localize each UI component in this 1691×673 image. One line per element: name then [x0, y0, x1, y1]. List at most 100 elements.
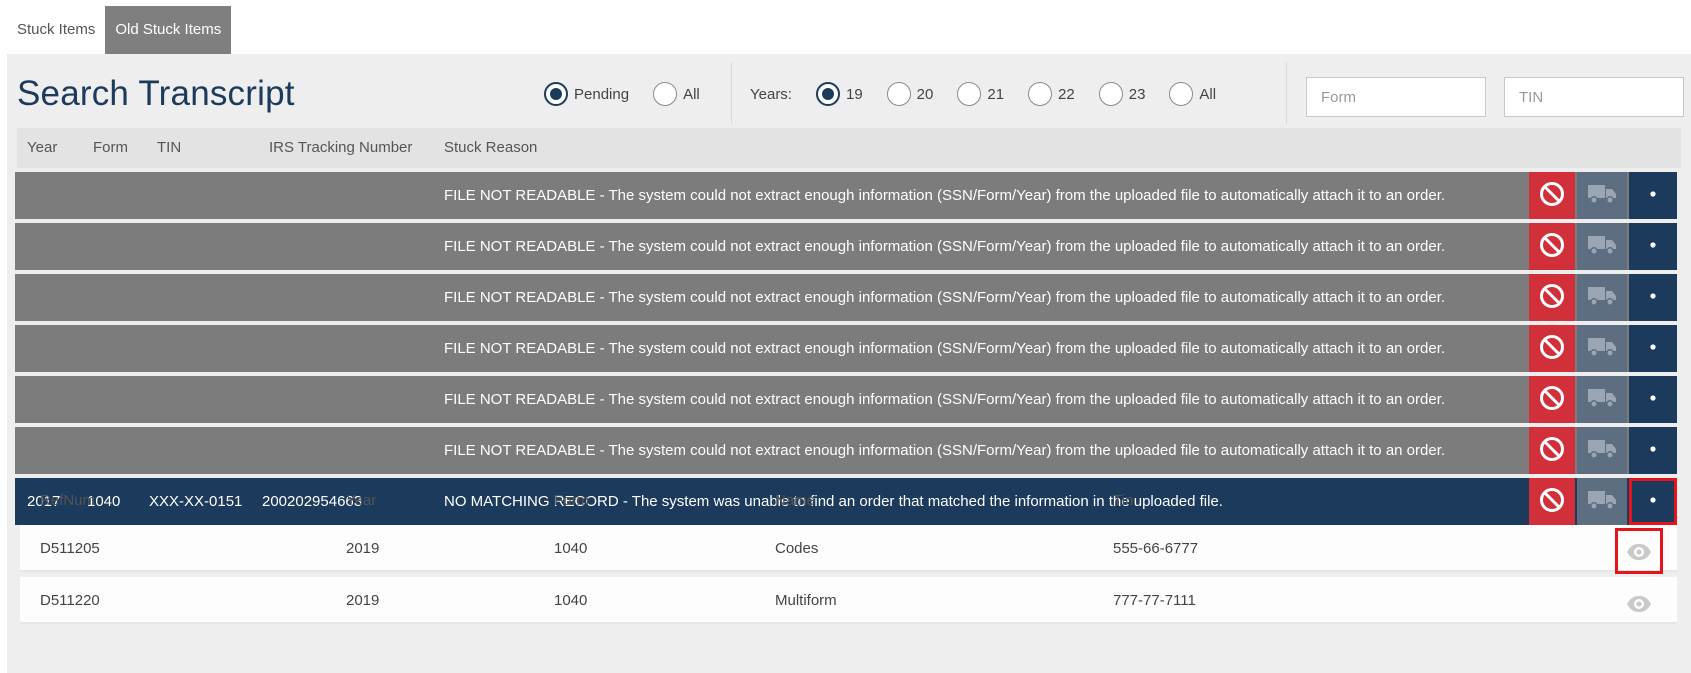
table-row[interactable]: FILE NOT READABLE - The system could not…: [15, 223, 1677, 270]
eye-icon: [1640, 440, 1666, 462]
table-row[interactable]: FILE NOT READABLE - The system could not…: [15, 172, 1677, 219]
status-filter: Pending All: [544, 82, 724, 106]
view-button[interactable]: [1629, 427, 1677, 474]
ban-icon: [1539, 385, 1565, 415]
view-button[interactable]: [1629, 325, 1677, 372]
year-radio-22[interactable]: 22: [1028, 82, 1075, 106]
cell-reason: FILE NOT READABLE - The system could not…: [444, 238, 1446, 255]
column-header-tracking[interactable]: IRS Tracking Number: [269, 139, 412, 156]
tin-input[interactable]: [1504, 77, 1684, 117]
deliver-button[interactable]: [1577, 223, 1627, 270]
view-match-button[interactable]: [1615, 580, 1663, 626]
column-header-reason[interactable]: Stuck Reason: [444, 139, 537, 156]
column-header-tin: Tin: [1113, 492, 1134, 509]
year-radio-19[interactable]: 19: [815, 82, 863, 106]
ban-icon: [1539, 334, 1565, 364]
year-option-label: 20: [916, 85, 934, 103]
cell-year: 2019: [346, 592, 380, 609]
view-button[interactable]: [1629, 274, 1677, 321]
tab-old-stuck-items[interactable]: Old Stuck Items: [105, 6, 232, 54]
radio-unchecked-icon: [1169, 82, 1194, 106]
cell-reason: FILE NOT READABLE - The system could not…: [444, 340, 1446, 357]
page-title: Search Transcript: [17, 74, 295, 113]
years-label: Years:: [750, 85, 792, 103]
year-radio-21[interactable]: 21: [957, 82, 1004, 106]
table-row[interactable]: FILE NOT READABLE - The system could not…: [15, 376, 1677, 423]
deliver-button[interactable]: [1577, 376, 1627, 423]
deliver-button[interactable]: [1577, 274, 1627, 321]
ban-icon: [1539, 232, 1565, 262]
cell-name: Multiform: [775, 592, 837, 609]
table-row[interactable]: D511205 2019 1040 Codes 555-66-6777: [20, 525, 1677, 574]
year-option-label: 19: [845, 85, 863, 103]
truck-icon: [1587, 234, 1617, 260]
radio-unchecked-icon: [653, 82, 678, 106]
eye-icon: [1640, 389, 1666, 411]
tab-stuck-items[interactable]: Stuck Items: [7, 6, 105, 54]
cell-tin: 555-66-6777: [1113, 540, 1199, 557]
deliver-button[interactable]: [1577, 172, 1627, 219]
year-radio-20[interactable]: 20: [886, 82, 934, 106]
eye-icon: [1640, 236, 1666, 258]
radio-checked-icon: [815, 82, 840, 106]
cell-year: 2019: [346, 540, 380, 557]
radio-unchecked-icon: [1028, 82, 1053, 106]
dismiss-button[interactable]: [1529, 274, 1575, 321]
radio-unchecked-icon: [957, 82, 982, 106]
status-radio-pending[interactable]: Pending: [544, 82, 629, 106]
eye-icon: [1626, 595, 1652, 617]
eye-icon: [1626, 543, 1652, 565]
ban-icon: [1539, 436, 1565, 466]
eye-icon: [1640, 287, 1666, 309]
view-match-button[interactable]: [1615, 528, 1663, 574]
status-option-label: All: [683, 85, 700, 103]
radio-checked-icon: [544, 82, 568, 106]
deliver-button[interactable]: [1577, 325, 1627, 372]
years-filter: Years: 19 20 21 22 23 All: [750, 82, 1240, 106]
year-option-label: 22: [1058, 85, 1075, 103]
dismiss-button[interactable]: [1529, 172, 1575, 219]
truck-icon: [1587, 285, 1617, 311]
column-header-form[interactable]: Form: [93, 139, 128, 156]
matching-orders-header: RefNum Year Form Name Tin: [20, 480, 1677, 525]
status-radio-all[interactable]: All: [653, 82, 700, 106]
dismiss-button[interactable]: [1529, 223, 1575, 270]
table-row[interactable]: FILE NOT READABLE - The system could not…: [15, 325, 1677, 372]
column-header-form: Form: [554, 492, 589, 509]
cell-reason: FILE NOT READABLE - The system could not…: [444, 391, 1446, 408]
year-option-label: 21: [987, 85, 1005, 103]
column-header-refnum: RefNum: [40, 492, 96, 509]
table-row[interactable]: FILE NOT READABLE - The system could not…: [15, 427, 1677, 474]
deliver-button[interactable]: [1577, 427, 1627, 474]
cell-name: Codes: [775, 540, 819, 557]
view-button[interactable]: [1629, 376, 1677, 423]
cell-reason: FILE NOT READABLE - The system could not…: [444, 442, 1446, 459]
view-button[interactable]: [1629, 223, 1677, 270]
year-radio-all[interactable]: All: [1169, 82, 1216, 106]
column-header-name: Name: [775, 492, 816, 509]
matching-orders-table: RefNum Year Form Name Tin D511205 2019 104…: [20, 480, 1677, 624]
ban-icon: [1539, 283, 1565, 313]
year-radio-23[interactable]: 23: [1098, 82, 1145, 106]
column-header-tin[interactable]: TIN: [157, 139, 181, 156]
ban-icon: [1539, 181, 1565, 211]
status-option-label: Pending: [574, 85, 630, 103]
year-option-label: All: [1199, 85, 1217, 103]
cell-refnum: D511205: [40, 540, 100, 557]
dismiss-button[interactable]: [1529, 427, 1575, 474]
cell-form: 1040: [554, 592, 588, 609]
table-header: Year Form TIN IRS Tracking Number Stuck …: [17, 128, 1681, 168]
truck-icon: [1587, 336, 1617, 362]
table-row[interactable]: FILE NOT READABLE - The system could not…: [15, 274, 1677, 321]
truck-icon: [1587, 438, 1617, 464]
cell-reason: FILE NOT READABLE - The system could not…: [444, 187, 1446, 204]
form-input[interactable]: [1306, 77, 1486, 117]
dismiss-button[interactable]: [1529, 325, 1575, 372]
truck-icon: [1587, 183, 1617, 209]
column-header-year[interactable]: Year: [27, 139, 57, 156]
table-row[interactable]: D511220 2019 1040 Multiform 777-77-7111: [20, 577, 1677, 624]
column-header-year: Year: [346, 492, 377, 509]
dismiss-button[interactable]: [1529, 376, 1575, 423]
view-button[interactable]: [1629, 172, 1677, 219]
cell-refnum: D511220: [40, 592, 100, 609]
